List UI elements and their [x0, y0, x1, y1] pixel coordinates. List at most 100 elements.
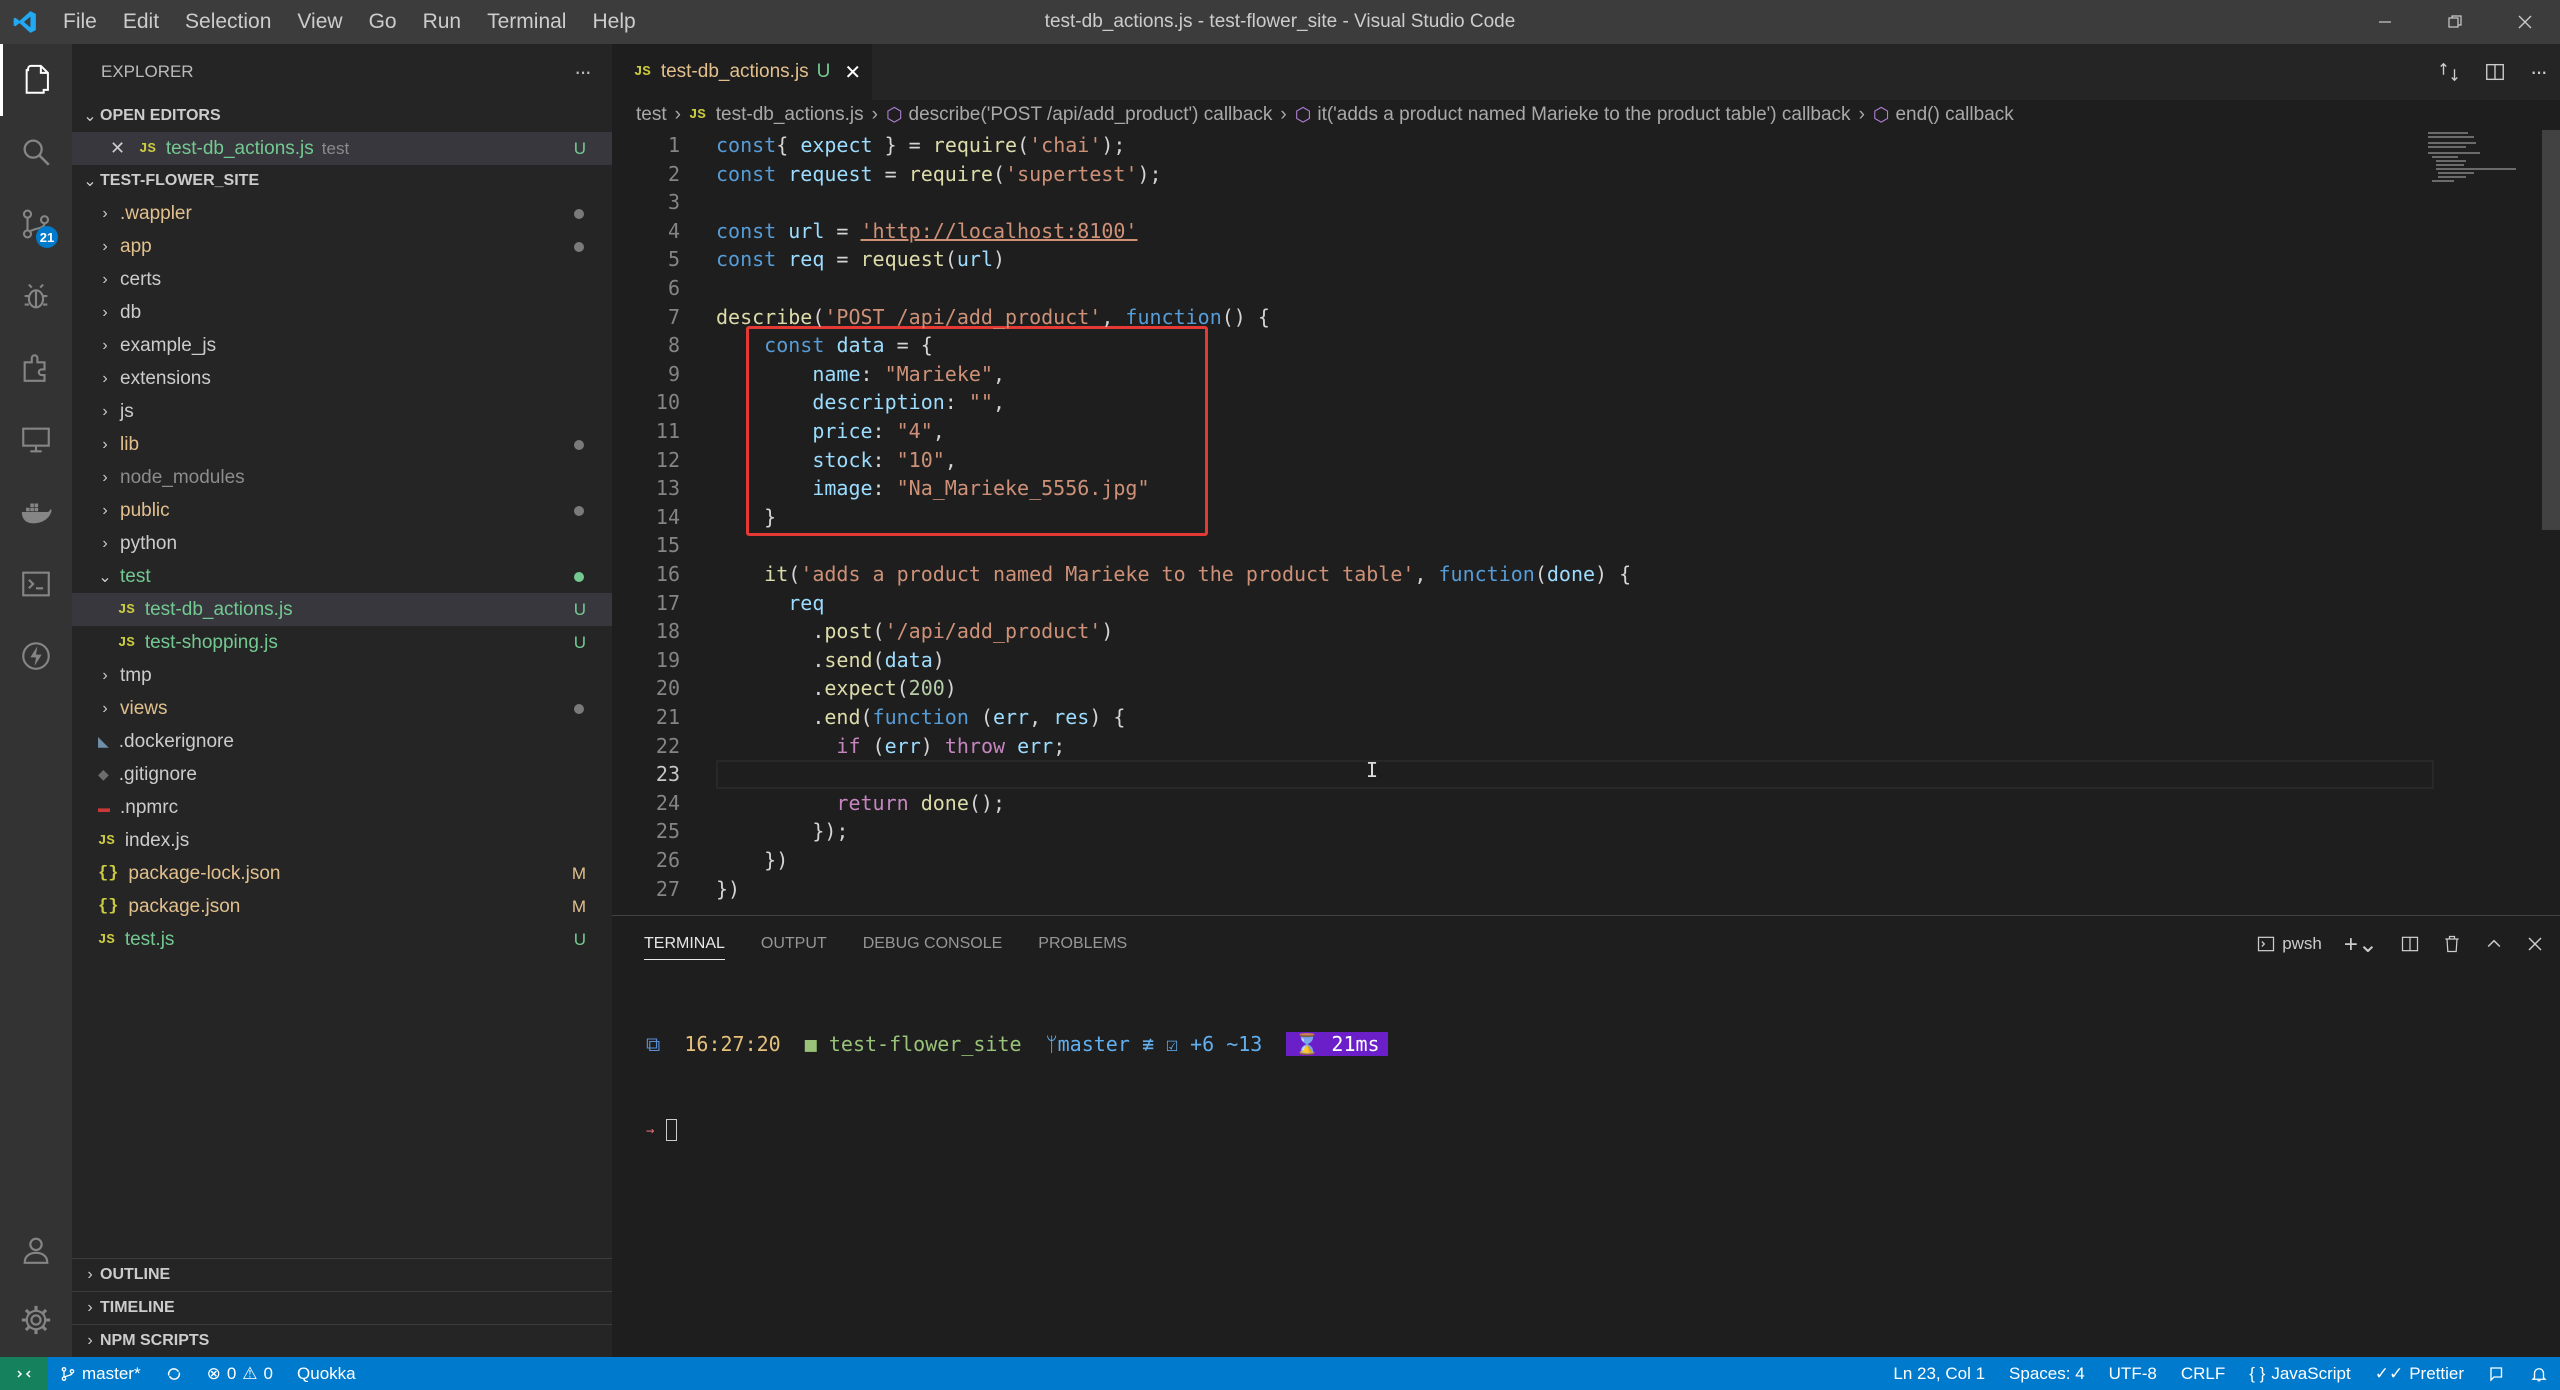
tree-item[interactable]: › js: [72, 395, 612, 428]
panel-tab-problems[interactable]: PROBLEMS: [1038, 935, 1127, 953]
tab-test-db-actions[interactable]: JS test-db_actions.js U ✕: [612, 44, 872, 100]
editor-scrollbar[interactable]: [2542, 130, 2560, 530]
section-outline[interactable]: › OUTLINE: [72, 1258, 612, 1291]
debug-icon[interactable]: [0, 260, 72, 332]
cursor-position[interactable]: Ln 23, Col 1: [1881, 1364, 1997, 1384]
line-number: 9: [667, 361, 680, 386]
encoding[interactable]: UTF-8: [2097, 1364, 2169, 1384]
docker-icon[interactable]: [0, 476, 72, 548]
code-editor[interactable]: I 1 const{ expect } = require('chai'); 2 co…: [612, 130, 2560, 915]
tree-item[interactable]: › views: [72, 692, 612, 725]
quokka-status[interactable]: Quokka: [285, 1364, 368, 1384]
branch-status[interactable]: master*: [48, 1364, 153, 1384]
sync-icon[interactable]: [153, 1365, 195, 1383]
open-editor-name: test-db_actions.js: [165, 137, 314, 159]
tree-item[interactable]: ▬ .npmrc: [72, 791, 612, 824]
tree-item[interactable]: ◆ .gitignore: [72, 758, 612, 791]
extensions-icon[interactable]: [0, 332, 72, 404]
tree-item[interactable]: ⌄ test: [72, 560, 612, 593]
notifications-icon[interactable]: [2518, 1365, 2560, 1383]
lightning-icon[interactable]: [0, 620, 72, 692]
indentation[interactable]: Spaces: 4: [1997, 1364, 2097, 1384]
tree-item[interactable]: › app: [72, 230, 612, 263]
end-of-line[interactable]: CRLF: [2169, 1364, 2237, 1384]
section-timeline[interactable]: › TIMELINE: [72, 1291, 612, 1324]
tree-item[interactable]: › certs: [72, 263, 612, 296]
prettier-status[interactable]: ✓✓ Prettier: [2363, 1364, 2476, 1384]
menu-edit[interactable]: Edit: [110, 0, 172, 44]
tree-item[interactable]: JS test.js U: [72, 923, 612, 956]
tree-item[interactable]: › tmp: [72, 659, 612, 692]
close-tab-icon[interactable]: ✕: [844, 60, 861, 85]
minimize-button[interactable]: [2350, 0, 2420, 44]
breadcrumb-item[interactable]: test: [636, 104, 667, 126]
tree-item[interactable]: JS test-db_actions.js U: [72, 593, 612, 626]
close-window-button[interactable]: [2490, 0, 2560, 44]
terminal-icon[interactable]: [0, 548, 72, 620]
problems-status[interactable]: ⊗ 0 ⚠ 0: [195, 1364, 285, 1384]
project-header[interactable]: ⌄ TEST-FLOWER_SITE: [72, 165, 612, 197]
maximize-panel-icon[interactable]: [2484, 934, 2504, 954]
tree-item[interactable]: › python: [72, 527, 612, 560]
split-editor-icon[interactable]: [2484, 61, 2506, 83]
menu-selection[interactable]: Selection: [172, 0, 284, 44]
tree-item-label: test: [120, 565, 151, 587]
prompt-git-status: ≢ ☑ +6 ~13: [1141, 1032, 1263, 1056]
breadcrumb-item[interactable]: test-db_actions.js: [716, 104, 864, 126]
tree-item[interactable]: ◣ .dockerignore: [72, 725, 612, 758]
breadcrumb-item[interactable]: describe('POST /api/add_product') callba…: [909, 104, 1273, 126]
minimap[interactable]: [2422, 130, 2542, 250]
menu-go[interactable]: Go: [356, 0, 410, 44]
editor-more-icon[interactable]: ···: [2530, 59, 2548, 85]
tree-item[interactable]: › db: [72, 296, 612, 329]
tree-item[interactable]: › example_js: [72, 329, 612, 362]
tab-status: U: [816, 61, 831, 82]
gear-icon[interactable]: [0, 1284, 72, 1356]
tree-item[interactable]: JS index.js: [72, 824, 612, 857]
breadcrumb-item[interactable]: it('adds a product named Marieke to the …: [1317, 104, 1850, 126]
tree-item[interactable]: › .wappler: [72, 197, 612, 230]
menu-help[interactable]: Help: [579, 0, 648, 44]
open-editor-item[interactable]: ✕ JS test-db_actions.js test U: [72, 132, 612, 165]
restore-button[interactable]: [2420, 0, 2490, 44]
feedback-icon[interactable]: [2476, 1365, 2518, 1383]
remote-explorer-icon[interactable]: [0, 404, 72, 476]
menu-file[interactable]: File: [50, 0, 110, 44]
search-icon[interactable]: [0, 116, 72, 188]
explorer-icon[interactable]: [0, 44, 72, 116]
tree-item[interactable]: › lib: [72, 428, 612, 461]
remote-indicator-icon[interactable]: [0, 1357, 48, 1390]
menu-terminal[interactable]: Terminal: [474, 0, 579, 44]
tree-item[interactable]: {} package-lock.json M: [72, 857, 612, 890]
close-icon[interactable]: ✕: [110, 138, 125, 159]
accounts-icon[interactable]: [0, 1214, 72, 1286]
tree-item[interactable]: › node_modules: [72, 461, 612, 494]
modified-dot-icon: [574, 241, 584, 252]
menu-view[interactable]: View: [284, 0, 355, 44]
breadcrumb-item[interactable]: end() callback: [1895, 104, 2013, 126]
compare-changes-icon[interactable]: [2438, 61, 2460, 83]
panel-tab-debug-console[interactable]: DEBUG CONSOLE: [863, 935, 1003, 953]
more-actions-icon[interactable]: ···: [574, 59, 592, 85]
open-editors-header[interactable]: ⌄ OPEN EDITORS: [72, 100, 612, 132]
language-mode[interactable]: { } JavaScript: [2237, 1364, 2362, 1384]
panel-tab-output[interactable]: OUTPUT: [761, 935, 827, 953]
trash-icon[interactable]: [2442, 934, 2462, 954]
new-terminal-icon[interactable]: +⌄: [2344, 930, 2378, 959]
tree-item[interactable]: › public: [72, 494, 612, 527]
source-control-icon[interactable]: 21: [0, 188, 72, 260]
section-npm-scripts[interactable]: › NPM SCRIPTS: [72, 1324, 612, 1357]
tree-item[interactable]: › extensions: [72, 362, 612, 395]
menu-run[interactable]: Run: [410, 0, 475, 44]
tree-item[interactable]: {} package.json M: [72, 890, 612, 923]
terminal-input-line[interactable]: →: [646, 1114, 1388, 1145]
close-panel-icon[interactable]: [2526, 935, 2544, 953]
split-terminal-icon[interactable]: [2400, 934, 2420, 954]
symbol-method-icon: ⬡: [1872, 104, 1890, 126]
chevron-right-icon: ›: [102, 468, 108, 486]
panel-tab-terminal[interactable]: TERMINAL: [644, 935, 725, 960]
error-icon: ⊗: [206, 1363, 221, 1383]
terminal-shell-label[interactable]: pwsh: [2256, 934, 2322, 954]
terminal-output[interactable]: ⧉ 16:27:20 ■ test-flower_site ᛘmaster ≢ …: [646, 974, 1388, 1201]
tree-item[interactable]: JS test-shopping.js U: [72, 626, 612, 659]
